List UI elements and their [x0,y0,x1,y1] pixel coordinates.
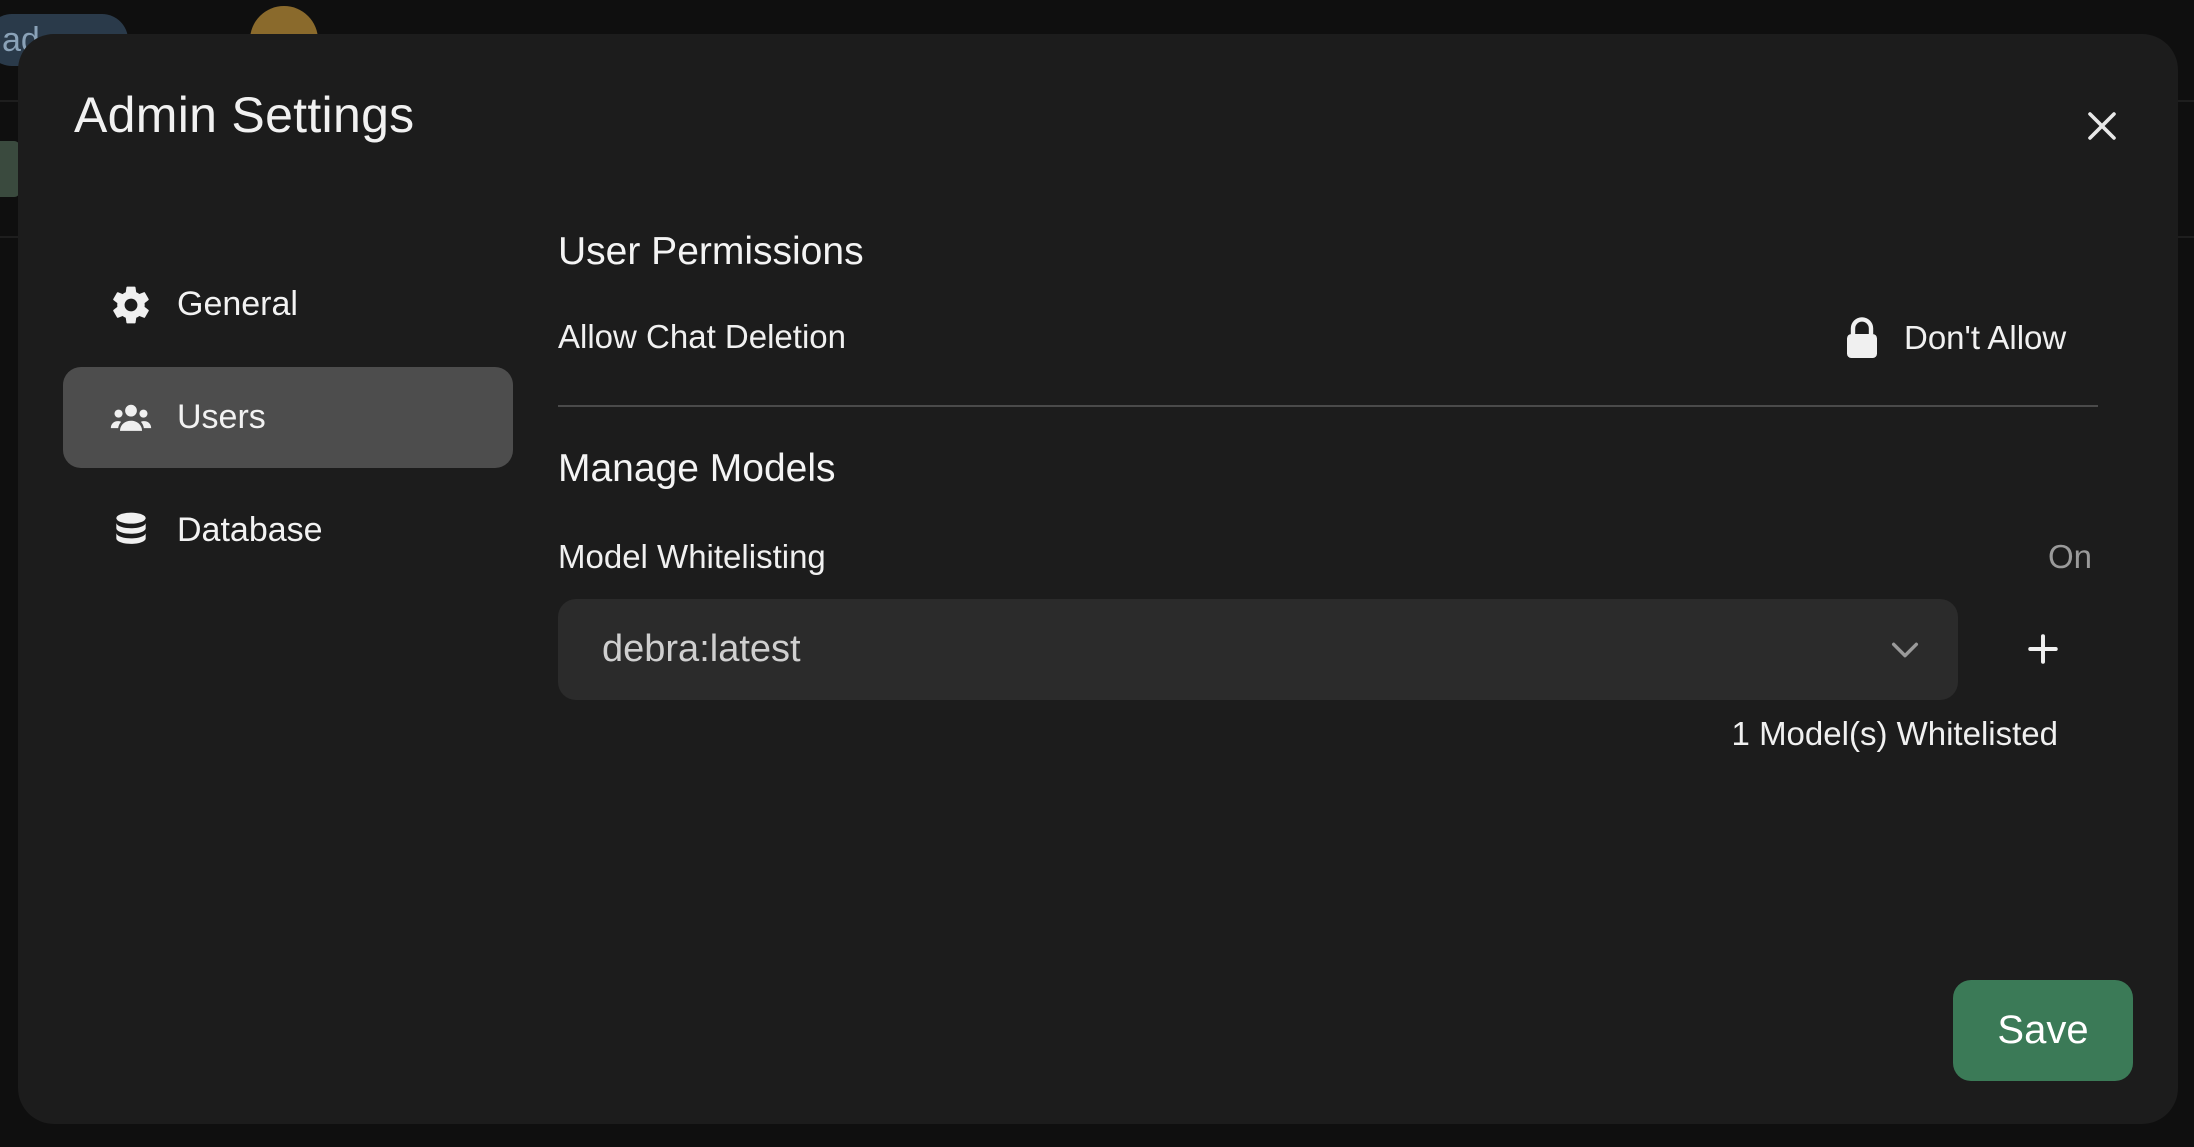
add-model-button[interactable] [2013,619,2073,679]
model-whitelisting-toggle[interactable]: On [2048,538,2092,576]
save-button[interactable]: Save [1953,980,2133,1081]
settings-sidebar: General Users Database [63,254,513,593]
chat-deletion-toggle[interactable]: Don't Allow [1844,306,2108,370]
sidebar-item-label: Database [177,511,323,549]
sidebar-item-label: Users [177,398,266,436]
sidebar-item-users[interactable]: Users [63,367,513,468]
selected-model-value: debra:latest [602,628,801,670]
sidebar-item-general[interactable]: General [63,254,513,355]
chat-deletion-value: Don't Allow [1904,319,2067,356]
users-icon [109,396,153,440]
sidebar-item-database[interactable]: Database [63,480,513,581]
whitelisted-count: 1 Model(s) Whitelisted [1731,715,2058,752]
sidebar-item-label: General [177,285,298,323]
chevron-down-icon [1891,642,1919,658]
database-icon [109,509,153,553]
background-tag [0,141,20,197]
user-permissions-heading: User Permissions [558,230,864,273]
lock-icon [1847,317,1877,358]
model-select[interactable]: debra:latest [558,599,1958,700]
modal-title: Admin Settings [74,87,415,143]
model-whitelisting-label: Model Whitelisting [558,538,826,575]
users-settings-panel: User Permissions Allow Chat Deletion Don… [558,34,2118,1124]
allow-chat-deletion-label: Allow Chat Deletion [558,318,846,355]
plus-icon [2028,634,2058,664]
gear-icon [109,283,153,327]
section-divider [558,405,2098,407]
admin-settings-modal: Admin Settings General Users Database Us… [18,34,2178,1124]
manage-models-heading: Manage Models [558,447,836,490]
